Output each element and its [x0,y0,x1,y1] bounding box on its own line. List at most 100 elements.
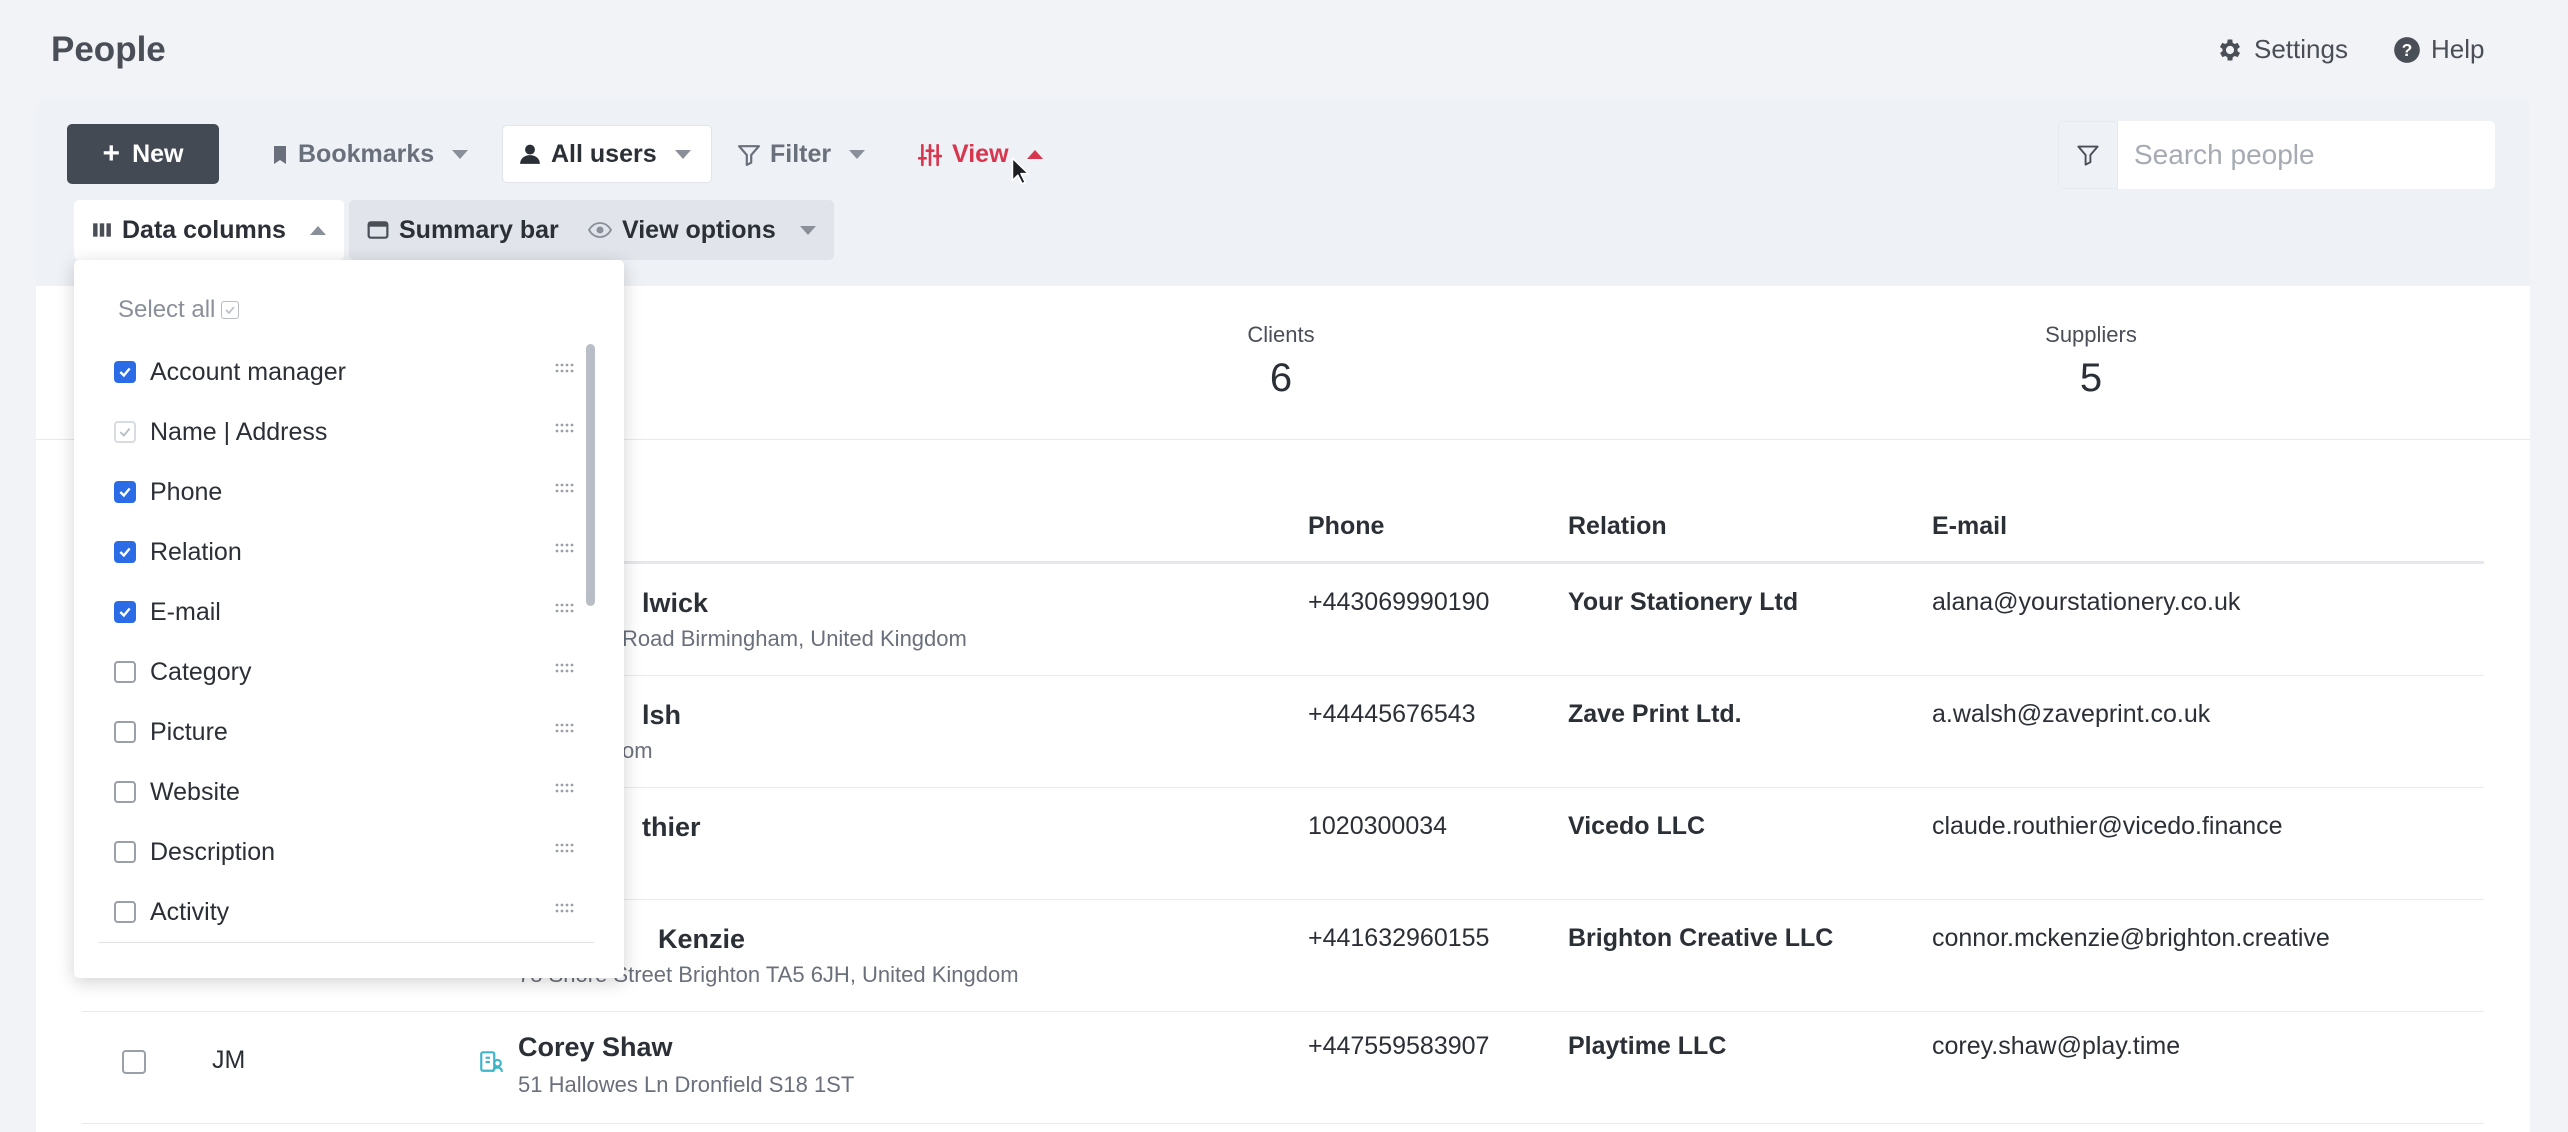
menu-scrollbar[interactable] [586,344,595,606]
relation-column-header[interactable]: Relation [1568,512,1667,541]
chevron-down-icon [799,225,816,235]
person-email[interactable]: corey.shaw@play.time [1932,1032,2180,1061]
person-email[interactable]: claude.routhier@vicedo.finance [1932,812,2283,841]
person-address: om [622,738,653,763]
column-option-email[interactable]: E-mail [114,592,574,632]
clients-stat: Clients 6 [1181,322,1381,401]
person-relation[interactable]: Playtime LLC [1568,1032,1726,1061]
drag-handle-icon[interactable] [554,542,574,554]
person-phone: +447559583907 [1308,1032,1490,1060]
toolbar: + New Bookmarks All users Filter View Se… [36,100,2530,286]
column-checkbox[interactable] [114,901,136,923]
drag-handle-icon[interactable] [554,902,574,914]
column-option-category[interactable]: Category [114,652,574,692]
clients-count: 6 [1269,356,1293,400]
help-icon: ? [2393,36,2421,64]
company-contact-icon [478,1048,504,1074]
column-option-website[interactable]: Website [114,772,574,812]
settings-label: Settings [2254,34,2348,64]
bookmarks-label: Bookmarks [298,140,435,168]
person-email[interactable]: connor.mckenzie@brighton.creative [1932,924,2330,953]
drag-handle-icon[interactable] [554,842,574,854]
person-relation[interactable]: Your Stationery Ltd [1568,588,1798,617]
gear-icon [2216,36,2244,64]
column-checkbox[interactable] [114,781,136,803]
phone-column-header[interactable]: Phone [1308,512,1384,541]
all-users-dropdown[interactable]: All users [502,125,712,183]
column-checkbox [114,421,136,443]
help-label: Help [2431,34,2485,64]
search-filter-button[interactable] [2058,121,2118,189]
filter-icon [2076,143,2100,167]
window-icon [367,220,389,240]
new-button[interactable]: + New [67,124,219,184]
column-option-label: Phone [150,477,223,506]
drag-handle-icon[interactable] [554,662,574,674]
person-email[interactable]: a.walsh@zaveprint.co.uk [1932,700,2210,729]
column-option-label: Picture [150,717,228,746]
email-column-header[interactable]: E-mail [1932,512,2007,541]
person-name[interactable]: thier [642,812,701,843]
all-users-label: All users [551,139,657,168]
select-all-option[interactable]: Select all [118,296,240,324]
column-option-description[interactable]: Description [114,832,574,872]
column-option-label: Activity [150,897,230,926]
column-option-account-manager[interactable]: Account manager [114,352,574,392]
column-checkbox[interactable] [114,721,136,743]
drag-handle-icon[interactable] [554,722,574,734]
person-relation[interactable]: Vicedo LLC [1568,812,1705,841]
person-phone: +441632960155 [1308,924,1490,952]
account-manager-initials: JM [212,1046,246,1074]
suppliers-label: Suppliers [2045,322,2137,347]
drag-handle-icon[interactable] [554,482,574,494]
new-button-label: New [132,139,184,168]
select-all-checkbox[interactable] [221,301,240,319]
filter-dropdown[interactable]: Filter [738,140,866,169]
column-checkbox[interactable] [114,601,136,623]
person-email[interactable]: alana@yourstationery.co.uk [1932,588,2240,617]
column-option-label: E-mail [150,597,221,626]
column-option-phone[interactable]: Phone [114,472,574,512]
bookmarks-dropdown[interactable]: Bookmarks [272,140,469,169]
columns-icon [92,221,112,239]
search-input[interactable] [2118,121,2495,189]
column-checkbox[interactable] [114,541,136,563]
person-name[interactable]: lwick [642,588,708,619]
drag-handle-icon[interactable] [554,602,574,614]
data-columns-label: Data columns [122,215,286,244]
column-option-name-address[interactable]: Name | Address [114,412,574,452]
drag-handle-icon[interactable] [554,362,574,374]
search-box [2058,121,2495,189]
column-checkbox[interactable] [114,661,136,683]
column-checkbox[interactable] [114,361,136,383]
column-option-activity[interactable]: Activity [114,892,574,932]
user-icon [519,143,541,165]
person-name[interactable]: Corey Shaw [518,1032,673,1063]
person-phone: 1020300034 [1308,812,1448,840]
help-link[interactable]: ? Help [2393,34,2484,65]
person-name[interactable]: lsh [642,700,681,731]
person-relation[interactable]: Zave Print Ltd. [1568,700,1742,729]
person-name[interactable]: Kenzie [658,924,745,955]
data-columns-menu: Select all Account manager Name | Addres… [74,260,624,978]
row-checkbox[interactable] [122,1050,146,1074]
settings-link[interactable]: Settings [2216,34,2348,65]
drag-handle-icon[interactable] [554,782,574,794]
table-row[interactable]: JM Corey Shaw 51 Hallowes Ln Dronfield S… [82,1012,2484,1124]
column-option-relation[interactable]: Relation [114,532,574,572]
column-option-picture[interactable]: Picture [114,712,574,752]
column-checkbox[interactable] [114,841,136,863]
suppliers-stat: Suppliers 5 [1991,322,2191,401]
person-relation[interactable]: Brighton Creative LLC [1568,924,1833,953]
filter-label: Filter [770,140,832,168]
column-option-label: Account manager [150,357,346,386]
plus-icon: + [102,137,121,170]
filter-icon [738,144,760,166]
column-checkbox[interactable] [114,481,136,503]
view-options-button[interactable]: View options [570,200,834,260]
drag-handle-icon[interactable] [554,422,574,434]
column-option-label: Category [150,657,252,686]
svg-text:?: ? [2402,39,2413,59]
data-columns-button[interactable]: Data columns [74,200,344,260]
mouse-cursor-icon [1010,156,1032,186]
